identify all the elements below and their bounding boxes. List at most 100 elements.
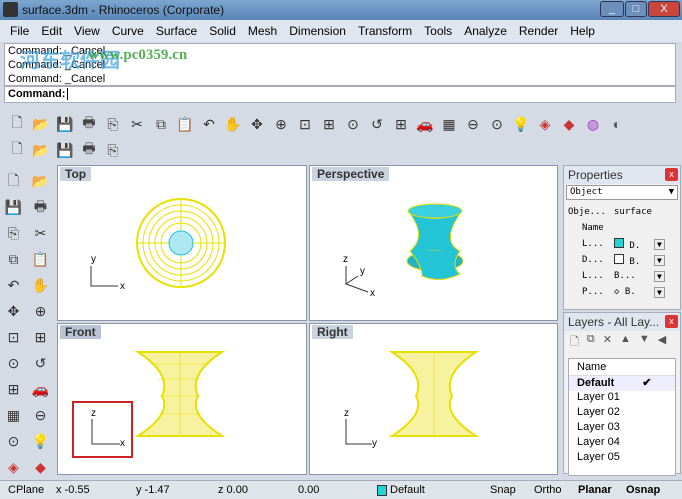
move-up-icon[interactable]: ▲: [620, 333, 631, 352]
copy-icon[interactable]: ⧉: [150, 113, 172, 135]
extrude-icon[interactable]: ⊕: [29, 300, 52, 323]
rotate-view-icon[interactable]: ✥: [246, 113, 268, 135]
rectangle-icon[interactable]: 📋: [29, 248, 52, 271]
viewport-title[interactable]: Front: [60, 325, 101, 339]
menu-dimension[interactable]: Dimension: [283, 24, 352, 38]
layer-item[interactable]: Layer 04: [569, 436, 675, 451]
options-icon[interactable]: ⎘: [102, 139, 124, 161]
layer-item[interactable]: Layer 03: [569, 421, 675, 436]
dropdown-arrow-icon[interactable]: ▼: [654, 286, 665, 298]
layer-item[interactable]: Layer 02: [569, 406, 675, 421]
zoom-window-icon[interactable]: ⊡: [294, 113, 316, 135]
properties-icon[interactable]: ⊙: [486, 113, 508, 135]
menu-surface[interactable]: Surface: [150, 24, 203, 38]
light-icon[interactable]: 💡: [510, 113, 532, 135]
property-row[interactable]: P... ◇ B. ▼: [568, 284, 680, 300]
menu-file[interactable]: File: [4, 24, 35, 38]
layer-column-name[interactable]: Name: [569, 359, 675, 376]
undo-icon[interactable]: ↶: [198, 113, 220, 135]
viewport-perspective[interactable]: Perspective z yx: [309, 165, 558, 321]
close-panel-icon[interactable]: x: [665, 315, 678, 328]
render-preview-icon[interactable]: 🗋: [6, 139, 28, 161]
undo-view-icon[interactable]: ↺: [366, 113, 388, 135]
box-solid-icon[interactable]: ⊡: [2, 326, 25, 349]
menu-mesh[interactable]: Mesh: [242, 24, 283, 38]
menu-view[interactable]: View: [68, 24, 106, 38]
property-row[interactable]: D... B. ▼: [568, 252, 680, 268]
zoom-selected-icon[interactable]: ⊙: [342, 113, 364, 135]
pan-hand-icon[interactable]: ✋: [222, 113, 244, 135]
property-row[interactable]: L... B... ▼: [568, 268, 680, 284]
dropdown-arrow-icon[interactable]: ▼: [654, 270, 665, 282]
property-row[interactable]: Name: [568, 220, 680, 236]
explode-icon[interactable]: ◆: [29, 456, 52, 479]
polyline-icon[interactable]: 💾: [2, 196, 25, 219]
grid-icon[interactable]: ▦: [438, 113, 460, 135]
paste-icon[interactable]: 📋: [174, 113, 196, 135]
viewport-title[interactable]: Right: [312, 325, 353, 339]
menu-solid[interactable]: Solid: [203, 24, 242, 38]
new-sublayer-icon[interactable]: ⧉: [587, 333, 595, 352]
snap-toggle[interactable]: Snap: [490, 484, 516, 496]
layer-icon[interactable]: ◈: [534, 113, 556, 135]
sphere-icon[interactable]: ◐: [606, 113, 628, 135]
layer-color-swatch[interactable]: [377, 485, 387, 496]
boolean-icon[interactable]: 🚗: [29, 378, 52, 401]
group-icon[interactable]: ⊙: [2, 430, 25, 453]
transform-icon[interactable]: ⊞: [2, 378, 25, 401]
select-icon[interactable]: 🗋: [2, 170, 25, 193]
menu-help[interactable]: Help: [564, 24, 601, 38]
viewport-top[interactable]: Top yx: [57, 165, 307, 321]
new-layer-icon[interactable]: 🗋: [570, 333, 579, 352]
viewport-front[interactable]: Front zx: [57, 323, 307, 475]
menu-transform[interactable]: Transform: [352, 24, 418, 38]
menu-analyze[interactable]: Analyze: [458, 24, 513, 38]
print-icon[interactable]: 🖶: [78, 113, 100, 135]
layer-item[interactable]: Layer 01: [569, 391, 675, 406]
close-panel-icon[interactable]: x: [665, 168, 678, 181]
viewport-title[interactable]: Perspective: [312, 167, 390, 181]
surface-icon[interactable]: ✥: [2, 300, 25, 323]
new-icon[interactable]: 🗋: [6, 113, 28, 135]
menu-render[interactable]: Render: [513, 24, 564, 38]
delete-layer-icon[interactable]: ✕: [603, 333, 612, 352]
osnap-icon[interactable]: ⊖: [462, 113, 484, 135]
menu-curve[interactable]: Curve: [106, 24, 150, 38]
property-row[interactable]: Obje... surface: [568, 204, 680, 220]
point-icon[interactable]: 📂: [29, 170, 52, 193]
mesh-plane-icon[interactable]: ↺: [29, 352, 52, 375]
render-icon[interactable]: ◆: [558, 113, 580, 135]
object-type-select[interactable]: Object ▼: [566, 185, 678, 200]
maximize-button[interactable]: □: [625, 1, 647, 17]
save-icon[interactable]: 💾: [54, 113, 76, 135]
menu-tools[interactable]: Tools: [418, 24, 458, 38]
zoom-dynamic-icon[interactable]: ⊕: [270, 113, 292, 135]
import-icon[interactable]: ⎘: [102, 113, 124, 135]
close-button[interactable]: X: [648, 1, 680, 17]
planar-toggle[interactable]: Planar: [578, 484, 612, 496]
fillet-icon[interactable]: ✋: [29, 274, 52, 297]
dropdown-arrow-icon[interactable]: ▼: [654, 238, 665, 250]
cut-icon[interactable]: ✂: [126, 113, 148, 135]
curve-point-icon[interactable]: 🖶: [29, 196, 52, 219]
color-wheel-icon[interactable]: ◍: [582, 113, 604, 135]
circle-icon[interactable]: ⎘: [2, 222, 25, 245]
render-settings-icon[interactable]: 💾: [54, 139, 76, 161]
layer-item[interactable]: Layer 05: [569, 451, 675, 466]
arc-icon[interactable]: ✂: [29, 222, 52, 245]
viewport-layout-icon[interactable]: 🖶: [78, 139, 100, 161]
four-viewports-icon[interactable]: ⊞: [390, 113, 412, 135]
viewport-right[interactable]: Right zy: [309, 323, 558, 475]
material-icon[interactable]: 📂: [30, 139, 52, 161]
mesh-icon[interactable]: ⊙: [2, 352, 25, 375]
sphere-solid-icon[interactable]: ⊞: [29, 326, 52, 349]
join-icon[interactable]: ◈: [2, 456, 25, 479]
polygon-icon[interactable]: ↶: [2, 274, 25, 297]
ortho-toggle[interactable]: Ortho: [534, 484, 562, 496]
dimension-icon[interactable]: ▦: [2, 404, 25, 427]
array-icon[interactable]: 💡: [29, 430, 52, 453]
layer-item[interactable]: Default ✔: [569, 376, 675, 391]
viewport-title[interactable]: Top: [60, 167, 92, 181]
text-icon[interactable]: ⊖: [29, 404, 52, 427]
command-line[interactable]: Command:: [4, 86, 676, 103]
